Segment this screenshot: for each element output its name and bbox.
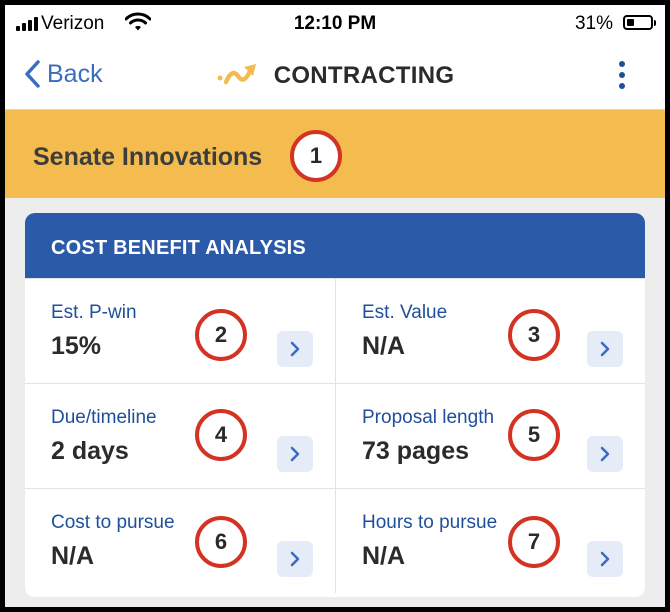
callout-badge: 5 bbox=[508, 409, 560, 461]
metric-value: 73 pages bbox=[362, 437, 470, 465]
metric-cell-est-pwin[interactable]: Est. P-win 15% 2 bbox=[25, 278, 335, 383]
battery-icon bbox=[623, 15, 656, 30]
metric-label: Due/timeline bbox=[51, 407, 157, 428]
metric-label: Est. P-win bbox=[51, 302, 137, 323]
metric-cell-due-timeline[interactable]: Due/timeline 2 days 4 bbox=[25, 383, 335, 488]
metric-value: 2 days bbox=[51, 437, 129, 465]
metric-cell-est-value[interactable]: Est. Value N/A 3 bbox=[335, 278, 645, 383]
metric-value: 15% bbox=[51, 332, 102, 360]
cost-benefit-card: COST BENEFIT ANALYSIS Est. P-win 15% 2 E… bbox=[25, 213, 645, 597]
clock: 12:10 PM bbox=[293, 13, 377, 34]
record-header: Senate Innovations 1 bbox=[5, 110, 665, 198]
metric-label: Hours to pursue bbox=[362, 512, 498, 533]
chevron-right-icon[interactable] bbox=[587, 331, 623, 367]
callout-badge: 1 bbox=[290, 130, 342, 182]
callout-badge: 6 bbox=[195, 516, 247, 568]
status-bar: Verizon 12:10 PM 31% bbox=[5, 5, 665, 45]
chevron-right-icon[interactable] bbox=[277, 436, 313, 472]
arrow-logo-icon bbox=[217, 64, 256, 85]
callout-badge: 2 bbox=[195, 309, 247, 361]
chevron-right-icon[interactable] bbox=[587, 436, 623, 472]
callout-badge: 3 bbox=[508, 309, 560, 361]
battery-percent: 31% bbox=[574, 13, 613, 34]
chevron-right-icon[interactable] bbox=[277, 331, 313, 367]
metric-label: Proposal length bbox=[362, 407, 495, 428]
metric-label: Est. Value bbox=[362, 302, 448, 323]
chevron-right-icon[interactable] bbox=[587, 541, 623, 577]
metric-cell-cost-to-pursue[interactable]: Cost to pursue N/A 6 bbox=[25, 488, 335, 593]
callout-badge: 7 bbox=[508, 516, 560, 568]
metric-value: N/A bbox=[362, 542, 406, 570]
app-screen: Verizon 12:10 PM 31% Back CONTRACTING Se… bbox=[5, 5, 665, 607]
card-title: COST BENEFIT ANALYSIS bbox=[51, 237, 306, 259]
callout-badge: 4 bbox=[195, 409, 247, 461]
metric-value: N/A bbox=[51, 542, 95, 570]
nav-title: CONTRACTING bbox=[5, 61, 665, 91]
kebab-menu-icon[interactable] bbox=[619, 61, 625, 89]
app-title: CONTRACTING bbox=[273, 62, 455, 89]
metric-label: Cost to pursue bbox=[51, 512, 175, 533]
metric-cell-hours-to-pursue[interactable]: Hours to pursue N/A 7 bbox=[335, 488, 645, 593]
chevron-right-icon[interactable] bbox=[277, 541, 313, 577]
record-title: Senate Innovations bbox=[33, 143, 263, 171]
card-header: COST BENEFIT ANALYSIS bbox=[25, 213, 645, 278]
metric-cell-proposal-length[interactable]: Proposal length 73 pages 5 bbox=[335, 383, 645, 488]
metric-value: N/A bbox=[362, 332, 406, 360]
navigation-bar: Back CONTRACTING bbox=[5, 45, 665, 110]
